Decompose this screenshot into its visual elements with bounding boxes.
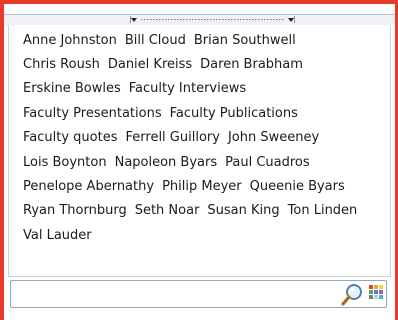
tag-line: Penelope Abernathy Philip Meyer Queenie By… (23, 174, 384, 198)
tag-link[interactable]: Queenie Byars (250, 179, 345, 194)
color-swatch (374, 290, 378, 294)
panel-frame: Anne Johnston Bill Cloud Brian Southwell Ch… (0, 0, 398, 320)
tag-line: Val Lauder (23, 223, 384, 247)
tag-link[interactable]: Daren Brabham (200, 57, 303, 72)
color-swatch (374, 295, 378, 299)
tag-link[interactable]: Brian Southwell (194, 33, 296, 48)
tag-line: Anne Johnston Bill Cloud Brian Southwell (23, 28, 384, 52)
tag-link[interactable]: Lois Boynton (23, 155, 107, 170)
tag-cloud: Anne Johnston Bill Cloud Brian Southwell Ch… (8, 25, 391, 277)
color-swatch (369, 285, 373, 289)
tag-line: Lois Boynton Napoleon Byars Paul Cuadros (23, 150, 384, 174)
tag-line: Chris Roush Daniel Kreiss Daren Brabham (23, 52, 384, 76)
tag-link[interactable]: Philip Meyer (162, 179, 242, 194)
tag-link[interactable]: Susan King (207, 203, 279, 218)
tag-link[interactable]: John Sweeney (228, 130, 319, 145)
tag-link[interactable]: Faculty Interviews (129, 81, 246, 96)
color-grid-icon[interactable] (369, 285, 383, 299)
tag-link[interactable]: Bill Cloud (125, 33, 186, 48)
search-input[interactable] (13, 283, 341, 305)
tag-link[interactable]: Seth Noar (135, 203, 200, 218)
tag-link[interactable]: Chris Roush (23, 57, 100, 72)
tag-line: Ryan Thornburg Seth Noar Susan King Ton Lin… (23, 199, 384, 223)
tag-link[interactable]: Ryan Thornburg (23, 203, 127, 218)
color-swatch (374, 285, 378, 289)
color-swatch (369, 290, 373, 294)
grip-tick-right (294, 16, 295, 23)
tag-link[interactable]: Faculty Presentations (23, 106, 162, 121)
tag-link[interactable]: Penelope Abernathy (23, 179, 154, 194)
tag-line: Faculty Presentations Faculty Publication… (23, 101, 384, 125)
tag-link[interactable]: Paul Cuadros (225, 155, 310, 170)
tag-link[interactable]: Erskine Bowles (23, 81, 121, 96)
grip-dots (141, 19, 284, 20)
color-swatch (379, 285, 383, 289)
color-swatch (379, 295, 383, 299)
color-swatch (379, 290, 383, 294)
tag-link[interactable]: Val Lauder (23, 228, 92, 243)
tag-link[interactable]: Anne Johnston (23, 33, 117, 48)
tag-link[interactable]: Faculty Publications (170, 106, 298, 121)
search-bar (10, 280, 387, 308)
tag-link[interactable]: Ferrell Guillory (126, 130, 220, 145)
tag-line: Faculty quotes Ferrell Guillory John Sween… (23, 126, 384, 150)
collapse-arrow-icon[interactable] (131, 17, 137, 22)
tag-link[interactable]: Napoleon Byars (115, 155, 218, 170)
tag-link[interactable]: Ton Linden (288, 203, 358, 218)
tag-link[interactable]: Faculty quotes (23, 130, 118, 145)
color-swatch (369, 295, 373, 299)
resize-splitter[interactable] (4, 14, 395, 25)
splitter-grip[interactable] (130, 15, 295, 24)
search-icon[interactable] (339, 282, 365, 308)
tag-line: Erskine Bowles Faculty Interviews (23, 77, 384, 101)
tag-link[interactable]: Daniel Kreiss (108, 57, 192, 72)
